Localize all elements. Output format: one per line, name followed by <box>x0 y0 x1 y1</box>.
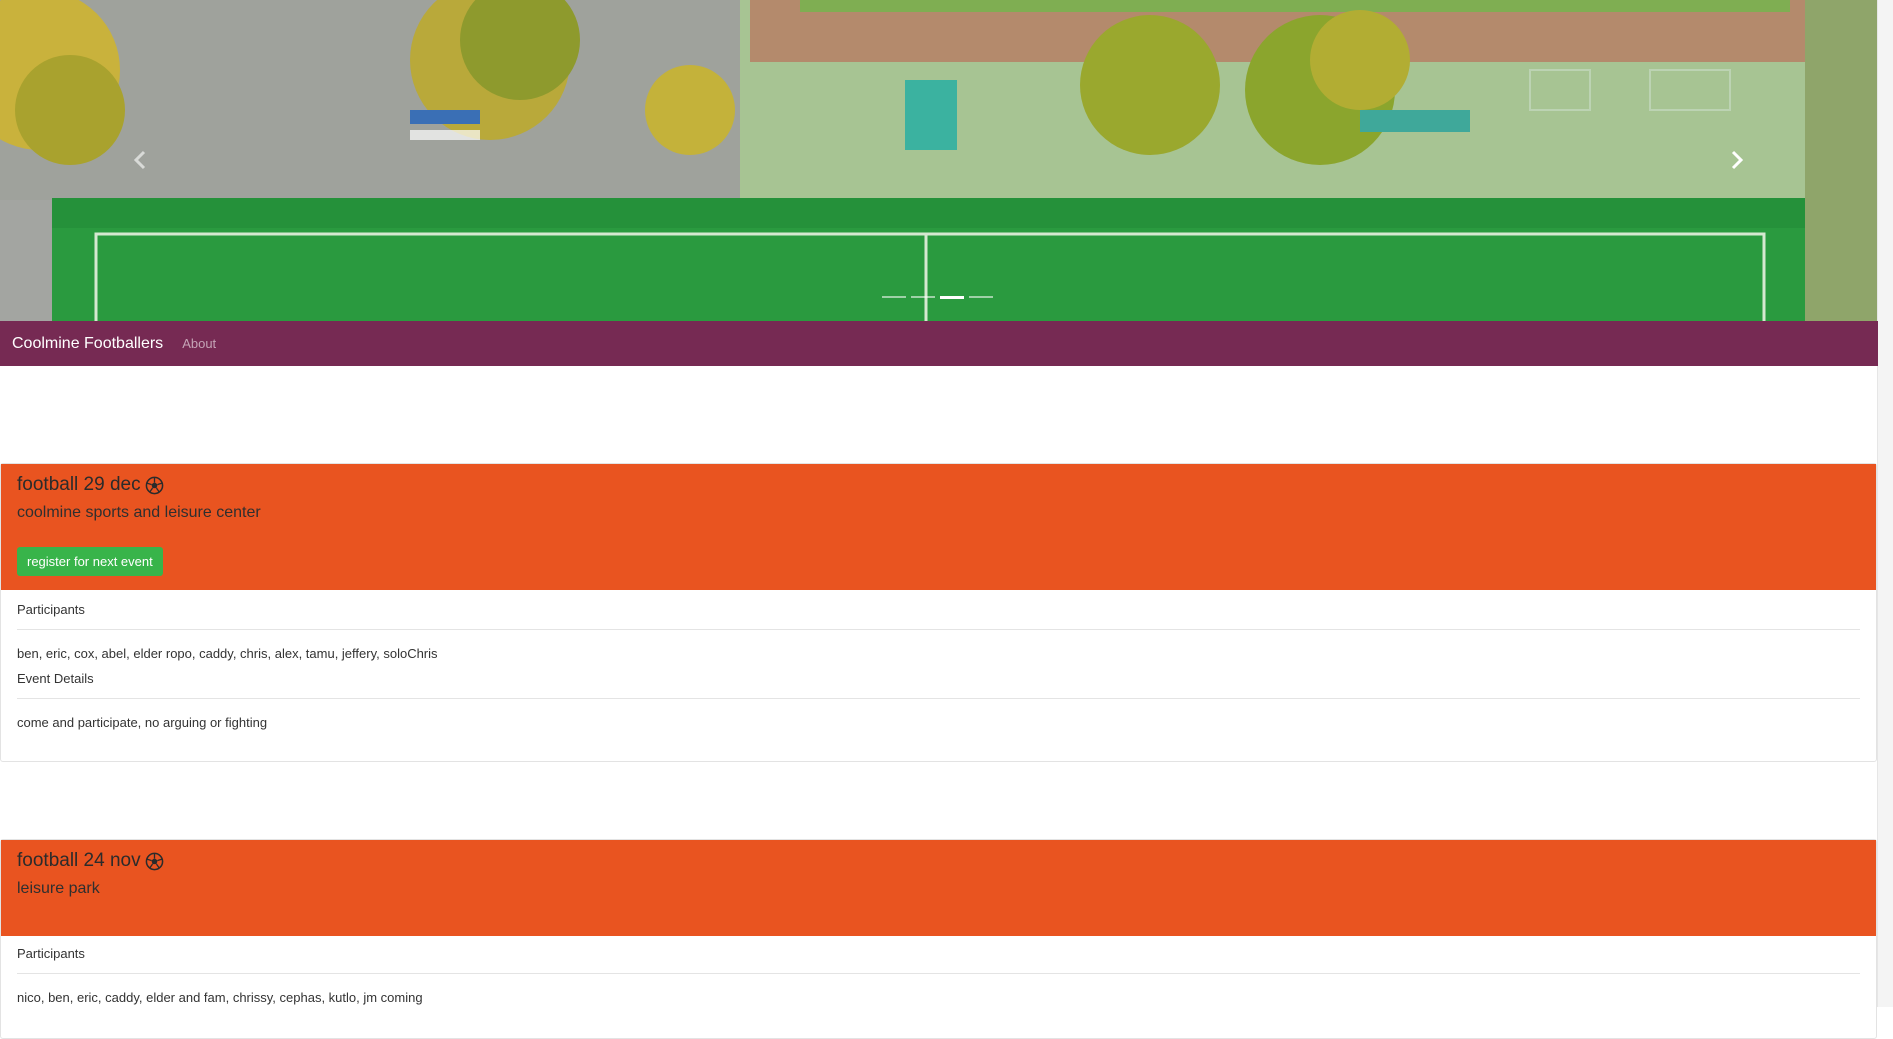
top-navbar: Coolmine Footballers About <box>0 321 1878 366</box>
participants-label: Participants <box>17 936 1860 974</box>
event-card: football 24 nov leisure park Participant… <box>0 839 1877 1039</box>
navbar-brand[interactable]: Coolmine Footballers <box>12 335 163 353</box>
event-title: football 29 dec <box>17 474 141 495</box>
soccer-ball-icon <box>145 852 163 870</box>
event-title-row: football 24 nov <box>17 850 1860 872</box>
event-card-header: football 24 nov leisure park <box>1 840 1876 936</box>
participants-list: nico, ben, eric, caddy, elder and fam, c… <box>17 990 423 1005</box>
carousel-slide-image <box>0 0 1878 321</box>
carousel-indicator[interactable] <box>911 296 935 298</box>
event-card: football 29 dec coolmine sports and leis… <box>0 463 1877 762</box>
event-location: leisure park <box>17 880 100 897</box>
event-card-body: Participants nico, ben, eric, caddy, eld… <box>1 936 1876 1005</box>
carousel-indicator-active[interactable] <box>940 296 964 299</box>
event-card-header: football 29 dec coolmine sports and leis… <box>1 464 1876 590</box>
event-location: coolmine sports and leisure center <box>17 504 261 521</box>
event-title: football 24 nov <box>17 850 141 871</box>
event-details-label: Event Details <box>17 665 1860 699</box>
participants-list: ben, eric, cox, abel, elder ropo, caddy,… <box>17 646 438 661</box>
event-details-text: come and participate, no arguing or figh… <box>17 715 268 730</box>
participants-label: Participants <box>17 590 1860 630</box>
carousel-indicator[interactable] <box>969 296 993 298</box>
carousel-indicators <box>882 296 993 300</box>
carousel-indicator[interactable] <box>882 296 906 298</box>
nav-link-about[interactable]: About <box>182 336 216 351</box>
event-title-row: football 29 dec <box>17 474 1860 496</box>
carousel-prev-button[interactable] <box>120 140 160 180</box>
page-scrollbar[interactable] <box>1877 0 1893 1007</box>
hero-carousel <box>0 0 1878 321</box>
chevron-right-icon <box>1731 150 1744 170</box>
soccer-ball-icon <box>145 476 163 494</box>
chevron-left-icon <box>133 150 146 170</box>
event-card-body: Participants ben, eric, cox, abel, elder… <box>1 590 1876 761</box>
carousel-next-button[interactable] <box>1717 140 1757 180</box>
register-button[interactable]: register for next event <box>17 547 163 576</box>
